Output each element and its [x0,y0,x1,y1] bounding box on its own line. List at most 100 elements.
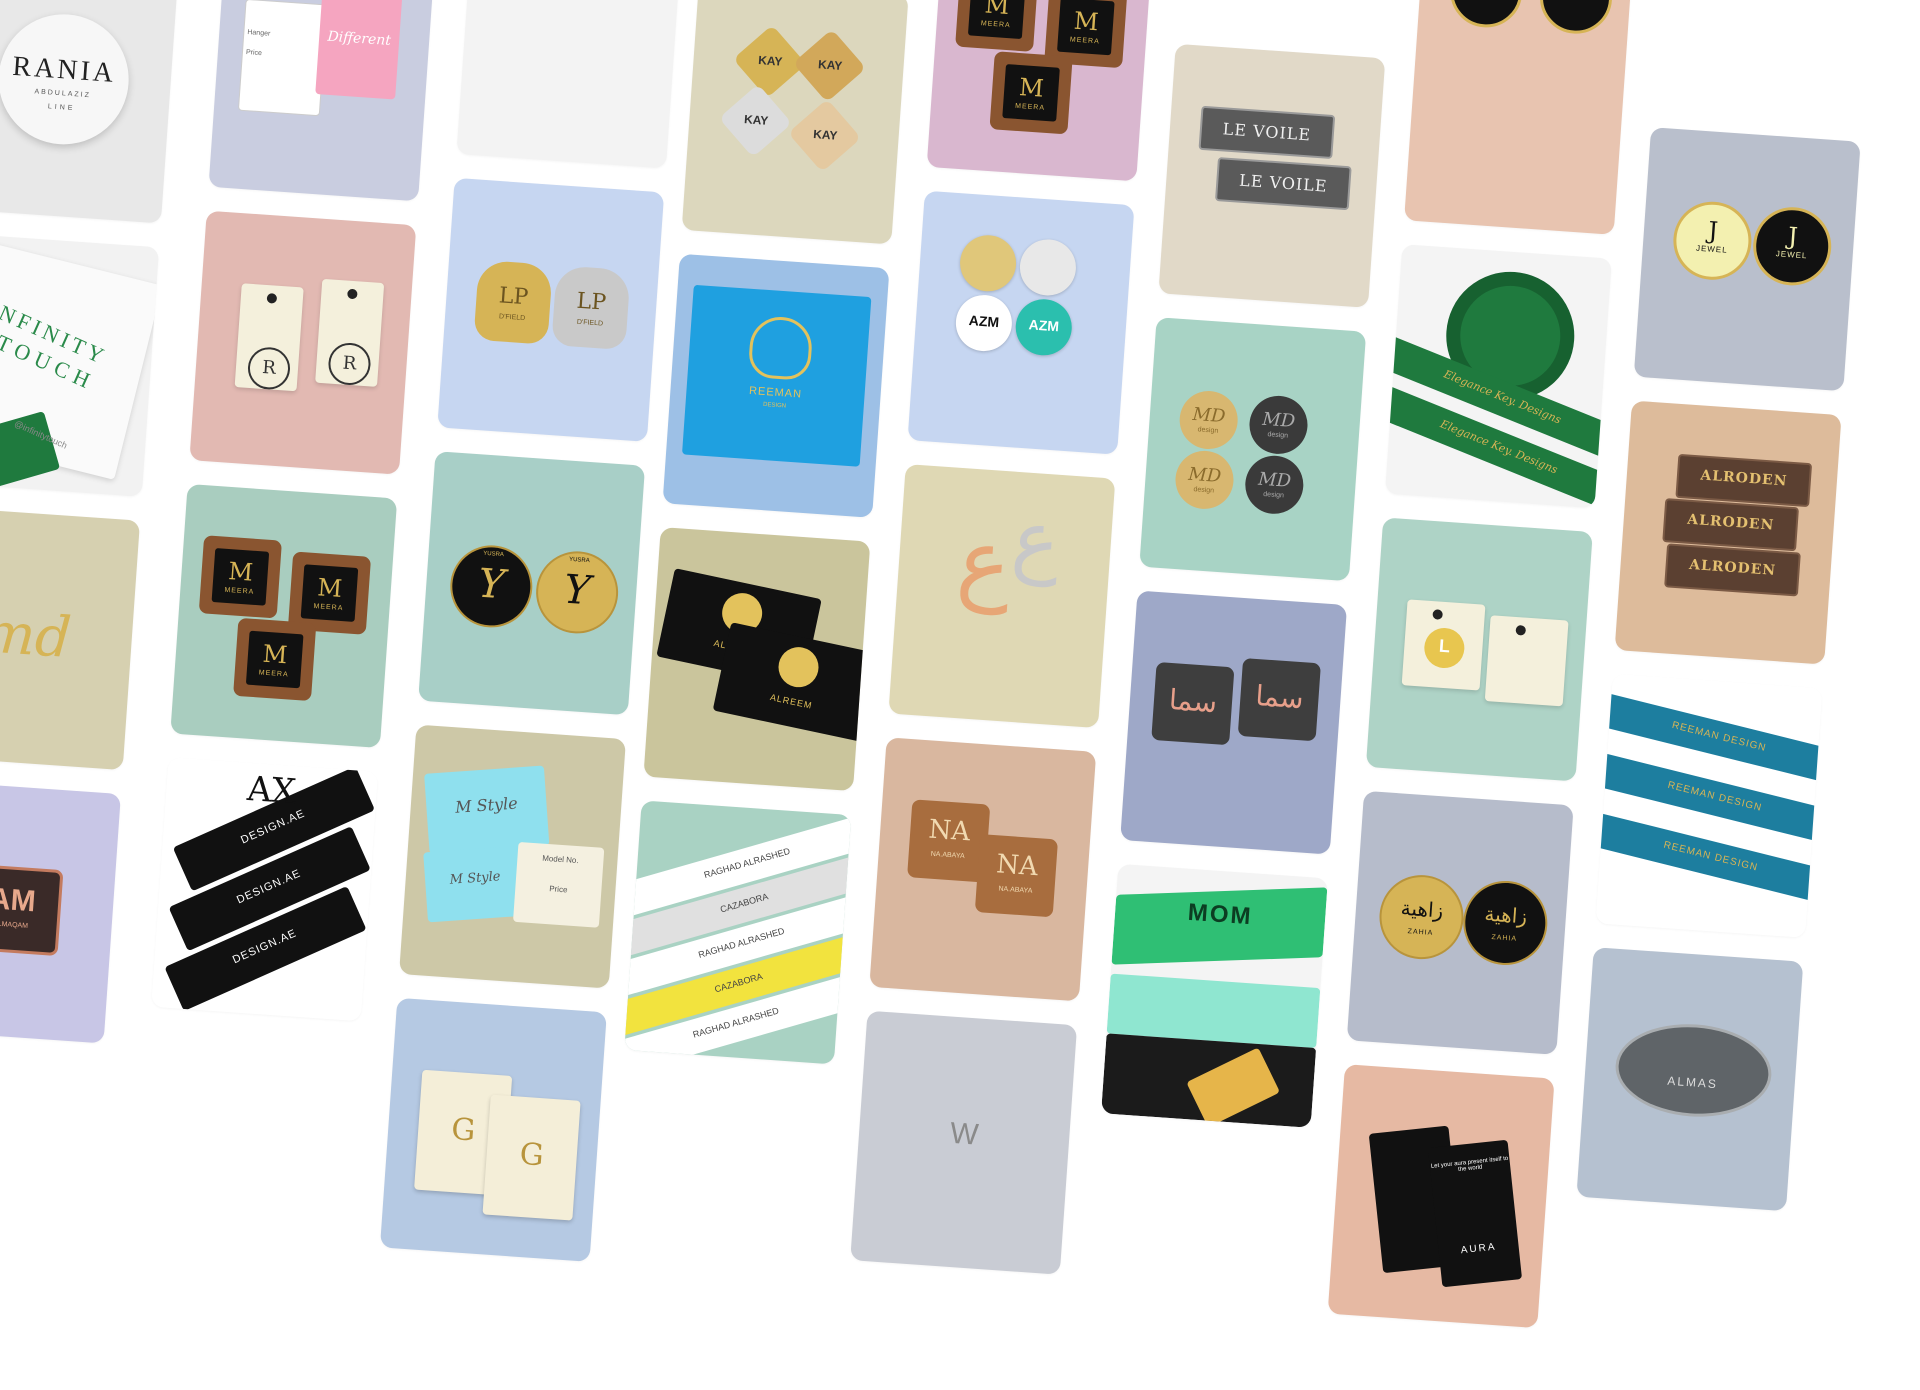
patch-letter: M [1018,73,1045,103]
product-card: M MEERA M MEERA M MEERA [170,483,398,749]
tag-logo: L [1422,626,1466,670]
product-card: INFINITY TOUCH @infinitytouch [0,232,160,497]
product-card: ALMAS [1576,947,1804,1212]
antler-logo [747,314,814,382]
monogram-letter: R [261,356,277,379]
disc-monogram: J [1707,216,1719,246]
oval-badge: ALMAS [1612,1019,1775,1122]
brand-title: md [0,600,74,672]
patch-letter: M [316,573,344,603]
leather-patch: M MEERA [955,0,1039,52]
brand-subtitle: ALMAQAM [0,920,29,930]
product-card: Let your aura present itself to the worl… [1327,1064,1555,1329]
brand-disc: Pinik [1537,0,1615,37]
square-word: KAY [817,57,843,73]
md-button: MD design [1173,448,1236,511]
product-card: KAY KAY KAY KAY [681,0,909,245]
patch-arabic: سما [1167,682,1219,720]
disc-word: Pinik [1543,0,1610,4]
brand-title: Different [326,28,392,50]
deer-emblem [774,643,823,691]
patch-letter: M [227,557,254,587]
button-mark: AZM [968,312,1000,331]
charm-silver: ع [1008,491,1063,588]
monogram-letter: R [342,352,358,375]
product-card: M MEERA M MEERA M MEERA [926,0,1154,182]
plate-word: ALRODEN [1688,556,1777,579]
charm-monogram: LP [575,288,607,316]
brand-disc: زاهية ZAHIA [1376,872,1467,962]
leather-patch: M MEERA [198,535,282,619]
card-title: M Style [454,793,519,817]
product-card: ALRODEN ALRODEN ALRODEN [1614,400,1842,665]
product-card: LE VOILE LE VOILE [1158,43,1386,308]
product-card: DESIGN.AE DESIGN.AE DESIGN.AE AX [151,757,379,1022]
square-word: KAY [812,127,838,143]
product-card: JEWEL J JEWEL J [1633,127,1861,392]
metal-letter: G [518,1136,545,1174]
leather-plate: ALRODEN [1664,543,1801,597]
product-card: REEMAN DESIGN REEMAN DESIGN REEMAN DESIGN [1595,673,1823,938]
patch-letter: M [983,0,1011,21]
plate-word: ALRODEN [1699,467,1788,490]
brand-disc: Y YUSRA [447,542,536,631]
card-title: AURA [1460,1241,1498,1257]
tag-letter: L [1438,635,1451,657]
product-card: md [0,506,141,771]
product-card: AZM AZM [907,190,1135,455]
name-plate: LE VOILE [1214,157,1352,211]
card-title: M Style [449,869,501,888]
patch-word: MEERA [1014,102,1046,112]
product-card: MOM [1101,863,1328,1128]
patch-shape: AM ALMAQAM [0,863,64,957]
hamsa-charm: LP D'FIELD [473,259,553,345]
hanger-tag [237,0,328,117]
brand-disc: JEWEL J [1750,204,1834,288]
metal-square: KAY [718,84,793,158]
brand-line: LINE [47,103,76,113]
leather-plate: ALRODEN [1675,453,1813,508]
product-card: سما سما [1120,590,1348,855]
brand-title: RANIA [11,50,118,89]
product-card: L [1365,517,1593,782]
metal-square: KAY [787,98,862,173]
patch-word: MEERA [1069,36,1100,46]
product-card: ALREEMALREEM [643,527,871,792]
brand-title: AM [0,882,37,919]
product-card: Elegance Key. Designs Elegance Key. Desig… [1384,244,1612,509]
disc-word: YUSRA [483,550,505,559]
patch-inner: M MEERA [1002,64,1060,122]
brand-card: M Style [424,765,550,854]
gift-box: REEMAN DESIGN [681,284,872,467]
product-card: عع [888,464,1116,729]
plate-word: LE VOILE [1222,119,1312,145]
product-card: GG [379,997,607,1262]
tag-hole [1515,624,1527,636]
patch-inner: M MEERA [1057,0,1115,56]
badge-word: ALMAS [1666,1073,1719,1092]
hang-tag: R [315,278,385,387]
disc-letter: Y [476,560,507,609]
disc-arabic: زاهية [1400,895,1445,923]
sticker-shape: RANIA ABDULAZIZ LINE [0,9,134,149]
product-card: NA NA.ABAYA NA NA.ABAYA [869,737,1097,1002]
button-monogram: MD [1261,408,1296,433]
monogram-mark: R [246,345,292,391]
button-mark: AZM [1028,316,1060,335]
charm-word: D'FIELD [576,318,604,328]
card-quote: Let your aura present itself to the worl… [1430,1155,1509,1174]
tag-hole [1432,609,1444,620]
price-label: Price [245,48,263,58]
azm-button: AZM [954,293,1014,353]
hang-tag: R [234,283,304,392]
product-card: Different Hanger Price [208,0,436,202]
charm-monogram: LP [498,283,530,311]
square-word: KAY [743,112,769,128]
patch-inner: M MEERA [245,630,304,689]
azm-button [958,233,1018,294]
product-card: Aleem [456,0,684,169]
black-card: Let your aura present itself to the worl… [1427,1139,1523,1288]
product-card: LP D'FIELD LP D'FIELD [437,177,665,442]
product-card: AM ALMAQAM [0,779,121,1044]
button-monogram: MD [1257,468,1292,492]
